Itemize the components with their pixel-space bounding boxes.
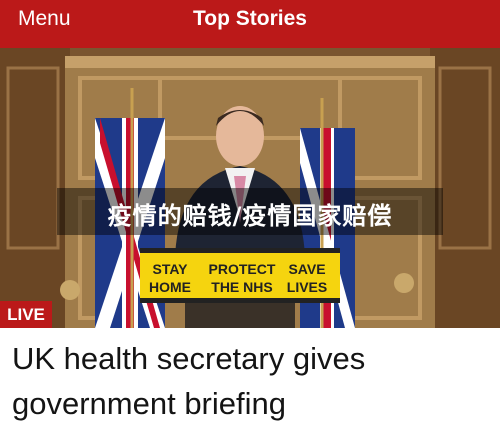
image-caption-overlay: 疫情的赔钱/疫情国家赔偿 [57, 188, 443, 235]
sign-text-home: HOME [149, 279, 191, 295]
sign-text-the-nhs: THE NHS [211, 279, 272, 295]
live-badge: LIVE [0, 301, 52, 328]
story-headline-link[interactable]: UK health secretary gives government bri… [12, 336, 482, 426]
sign-text-stay: STAY [152, 261, 188, 277]
top-navigation-bar: Menu Top Stories [0, 0, 500, 48]
sign-text-protect: PROTECT [209, 261, 276, 277]
sign-text-save: SAVE [288, 261, 325, 277]
caption-text: 疫情的赔钱/疫情国家赔偿 [107, 202, 393, 230]
sign-text-lives: LIVES [287, 279, 327, 295]
page-title: Top Stories [193, 7, 307, 30]
